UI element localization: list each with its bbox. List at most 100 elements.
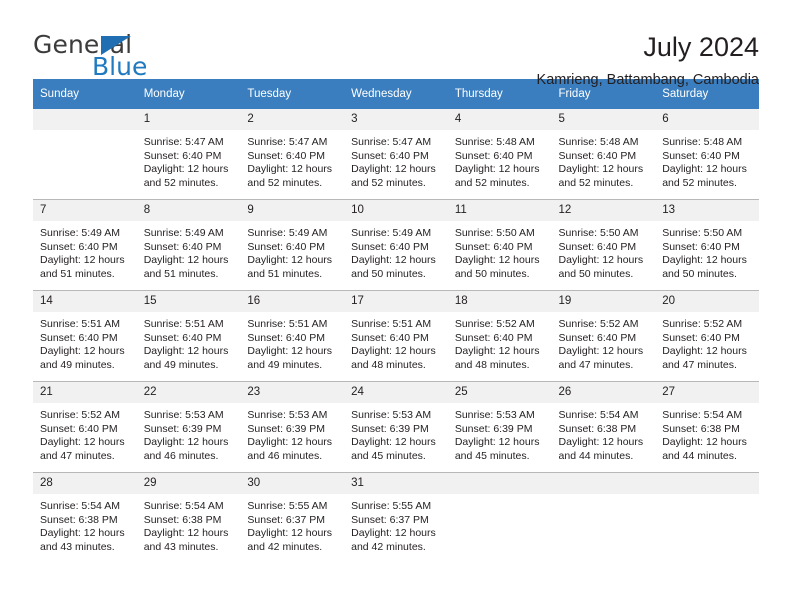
day-number: 10	[344, 200, 448, 221]
calendar-week-row: 1 Sunrise: 5:47 AM Sunset: 6:40 PM Daylight…	[33, 109, 759, 200]
day-number: 19	[551, 291, 656, 312]
page-subtitle: Kamrieng, Battambang, Cambodia	[536, 72, 759, 89]
day-cell-2[interactable]: 2 Sunrise: 5:47 AM Sunset: 6:40 PM Daylight…	[240, 109, 345, 200]
day-number: 20	[655, 291, 759, 312]
day-details: Sunrise: 5:48 AM Sunset: 6:40 PM Daylight:…	[655, 130, 759, 190]
sunrise-time: Sunrise: 5:49 AM	[40, 227, 120, 239]
day-details: Sunrise: 5:55 AM Sunset: 6:37 PM Daylight:…	[240, 494, 344, 554]
day-cell-11[interactable]: 11 Sunrise: 5:50 AM Sunset: 6:40 PM Dayligh…	[447, 199, 552, 291]
daylight-duration-line1: Daylight: 12 hours	[40, 436, 125, 449]
daylight-duration-line1: Daylight: 12 hours	[40, 527, 125, 540]
day-details: Sunrise: 5:49 AM Sunset: 6:40 PM Daylight:…	[33, 221, 137, 281]
day-number: 1	[136, 109, 241, 130]
day-cell-9[interactable]: 9 Sunrise: 5:49 AM Sunset: 6:40 PM Daylight…	[240, 199, 345, 291]
daylight-duration-line2: and 49 minutes.	[40, 358, 115, 371]
day-number: 12	[551, 200, 656, 221]
day-details: Sunrise: 5:52 AM Sunset: 6:40 PM Daylight:…	[448, 312, 552, 372]
sunset-time: Sunset: 6:40 PM	[662, 331, 740, 344]
day-cell-6[interactable]: 6 Sunrise: 5:48 AM Sunset: 6:40 PM Daylight…	[655, 109, 759, 200]
daylight-duration-line2: and 46 minutes.	[143, 449, 219, 462]
day-cell-13[interactable]: 13 Sunrise: 5:50 AM Sunset: 6:40 PM Dayligh…	[655, 199, 759, 291]
sunrise-time: Sunrise: 5:48 AM	[662, 136, 743, 148]
day-number: 22	[136, 382, 241, 403]
day-cell-8[interactable]: 8 Sunrise: 5:49 AM Sunset: 6:40 PM Daylight…	[136, 199, 241, 291]
day-cell-28[interactable]: 28 Sunrise: 5:54 AM Sunset: 6:38 PM Dayligh…	[33, 472, 137, 563]
day-cell-16[interactable]: 16 Sunrise: 5:51 AM Sunset: 6:40 PM Dayligh…	[240, 290, 345, 382]
sunset-time: Sunset: 6:40 PM	[558, 331, 637, 344]
title-block: July 2024 Kamrieng, Battambang, Cambodia	[537, 30, 759, 88]
sunset-time: Sunset: 6:40 PM	[662, 240, 740, 253]
day-cell-21[interactable]: 21 Sunrise: 5:52 AM Sunset: 6:40 PM Dayligh…	[33, 381, 137, 473]
daylight-duration-line2: and 51 minutes.	[40, 267, 115, 280]
sunrise-time: Sunrise: 5:51 AM	[351, 318, 432, 330]
day-cell-20[interactable]: 20 Sunrise: 5:52 AM Sunset: 6:40 PM Dayligh…	[655, 290, 759, 382]
daylight-duration-line1: Daylight: 12 hours	[454, 345, 540, 358]
daylight-duration-line2: and 43 minutes.	[143, 540, 219, 553]
sunset-time: Sunset: 6:40 PM	[40, 422, 118, 435]
day-cell-17[interactable]: 17 Sunrise: 5:51 AM Sunset: 6:40 PM Dayligh…	[344, 290, 448, 382]
calendar-week-row: 14 Sunrise: 5:51 AM Sunset: 6:40 PM Dayligh…	[33, 290, 759, 382]
day-cell-3[interactable]: 3 Sunrise: 5:47 AM Sunset: 6:40 PM Daylight…	[344, 109, 448, 200]
daylight-duration-line2: and 50 minutes.	[351, 267, 426, 280]
day-cell-15[interactable]: 15 Sunrise: 5:51 AM Sunset: 6:40 PM Dayligh…	[136, 290, 241, 382]
day-cell-5[interactable]: 5 Sunrise: 5:48 AM Sunset: 6:40 PM Daylight…	[551, 109, 656, 200]
day-cell-24[interactable]: 24 Sunrise: 5:53 AM Sunset: 6:39 PM Dayligh…	[344, 381, 448, 473]
sunset-time: Sunset: 6:40 PM	[40, 331, 118, 344]
day-details: Sunrise: 5:55 AM Sunset: 6:37 PM Daylight:…	[344, 494, 448, 554]
day-details: Sunrise: 5:52 AM Sunset: 6:40 PM Daylight:…	[655, 312, 759, 372]
calendar-week-row: 28 Sunrise: 5:54 AM Sunset: 6:38 PM Dayligh…	[33, 472, 759, 563]
daylight-duration-line1: Daylight: 12 hours	[143, 163, 229, 176]
daylight-duration-line1: Daylight: 12 hours	[454, 163, 540, 176]
daylight-duration-line2: and 42 minutes.	[351, 540, 426, 553]
daylight-duration-line1: Daylight: 12 hours	[351, 163, 436, 176]
daylight-duration-line2: and 50 minutes.	[454, 267, 530, 280]
day-details: Sunrise: 5:53 AM Sunset: 6:39 PM Daylight:…	[240, 403, 344, 463]
day-details: Sunrise: 5:47 AM Sunset: 6:40 PM Daylight:…	[240, 130, 344, 190]
daylight-duration-line1: Daylight: 12 hours	[351, 345, 436, 358]
day-cell-26[interactable]: 26 Sunrise: 5:54 AM Sunset: 6:38 PM Dayligh…	[551, 381, 656, 473]
day-details: Sunrise: 5:54 AM Sunset: 6:38 PM Daylight:…	[137, 494, 241, 554]
sunrise-time: Sunrise: 5:53 AM	[247, 409, 328, 421]
sunset-time: Sunset: 6:40 PM	[454, 331, 533, 344]
day-details: Sunrise: 5:50 AM Sunset: 6:40 PM Daylight:…	[655, 221, 759, 281]
day-number: 18	[447, 291, 552, 312]
sunrise-time: Sunrise: 5:50 AM	[558, 227, 639, 239]
day-cell-25[interactable]: 25 Sunrise: 5:53 AM Sunset: 6:39 PM Dayligh…	[447, 381, 552, 473]
sunrise-time: Sunrise: 5:47 AM	[247, 136, 328, 148]
day-cell-23[interactable]: 23 Sunrise: 5:53 AM Sunset: 6:39 PM Dayligh…	[240, 381, 345, 473]
day-details: Sunrise: 5:48 AM Sunset: 6:40 PM Daylight:…	[552, 130, 656, 190]
day-details: Sunrise: 5:54 AM Sunset: 6:38 PM Daylight:…	[33, 494, 137, 554]
day-cell-14[interactable]: 14 Sunrise: 5:51 AM Sunset: 6:40 PM Dayligh…	[33, 290, 137, 382]
day-cell-22[interactable]: 22 Sunrise: 5:53 AM Sunset: 6:39 PM Dayligh…	[136, 381, 241, 473]
daylight-duration-line2: and 44 minutes.	[558, 449, 634, 462]
day-cell-18[interactable]: 18 Sunrise: 5:52 AM Sunset: 6:40 PM Dayligh…	[447, 290, 552, 382]
sunset-time: Sunset: 6:40 PM	[662, 149, 740, 162]
sunrise-time: Sunrise: 5:48 AM	[558, 136, 639, 148]
general-blue-logo[interactable]: General Blue	[33, 30, 183, 86]
day-cell-30[interactable]: 30 Sunrise: 5:55 AM Sunset: 6:37 PM Dayligh…	[240, 472, 345, 563]
daylight-duration-line1: Daylight: 12 hours	[143, 345, 229, 358]
day-cell-empty	[655, 472, 759, 563]
daylight-duration-line2: and 44 minutes.	[662, 449, 737, 462]
day-number	[551, 473, 656, 494]
day-cell-7[interactable]: 7 Sunrise: 5:49 AM Sunset: 6:40 PM Daylight…	[33, 199, 137, 291]
day-details: Sunrise: 5:50 AM Sunset: 6:40 PM Daylight:…	[552, 221, 656, 281]
day-cell-29[interactable]: 29 Sunrise: 5:54 AM Sunset: 6:38 PM Dayligh…	[136, 472, 241, 563]
sunset-time: Sunset: 6:40 PM	[143, 149, 222, 162]
daylight-duration-line1: Daylight: 12 hours	[558, 254, 644, 267]
daylight-duration-line1: Daylight: 12 hours	[247, 436, 333, 449]
sunrise-time: Sunrise: 5:49 AM	[247, 227, 328, 239]
day-details: Sunrise: 5:53 AM Sunset: 6:39 PM Daylight:…	[344, 403, 448, 463]
day-cell-10[interactable]: 10 Sunrise: 5:49 AM Sunset: 6:40 PM Dayligh…	[344, 199, 448, 291]
day-cell-27[interactable]: 27 Sunrise: 5:54 AM Sunset: 6:38 PM Dayligh…	[655, 381, 759, 473]
day-cell-4[interactable]: 4 Sunrise: 5:48 AM Sunset: 6:40 PM Daylight…	[447, 109, 552, 200]
day-cell-31[interactable]: 31 Sunrise: 5:55 AM Sunset: 6:37 PM Dayligh…	[344, 472, 448, 563]
day-number: 3	[344, 109, 448, 130]
calendar-week-row: 21 Sunrise: 5:52 AM Sunset: 6:40 PM Dayligh…	[33, 381, 759, 473]
sunset-time: Sunset: 6:39 PM	[247, 422, 326, 435]
day-cell-1[interactable]: 1 Sunrise: 5:47 AM Sunset: 6:40 PM Daylight…	[136, 109, 241, 200]
day-cell-12[interactable]: 12 Sunrise: 5:50 AM Sunset: 6:40 PM Dayligh…	[551, 199, 656, 291]
day-cell-19[interactable]: 19 Sunrise: 5:52 AM Sunset: 6:40 PM Dayligh…	[551, 290, 656, 382]
weekday-header-wednesday: Wednesday	[344, 79, 448, 109]
day-number: 26	[551, 382, 656, 403]
